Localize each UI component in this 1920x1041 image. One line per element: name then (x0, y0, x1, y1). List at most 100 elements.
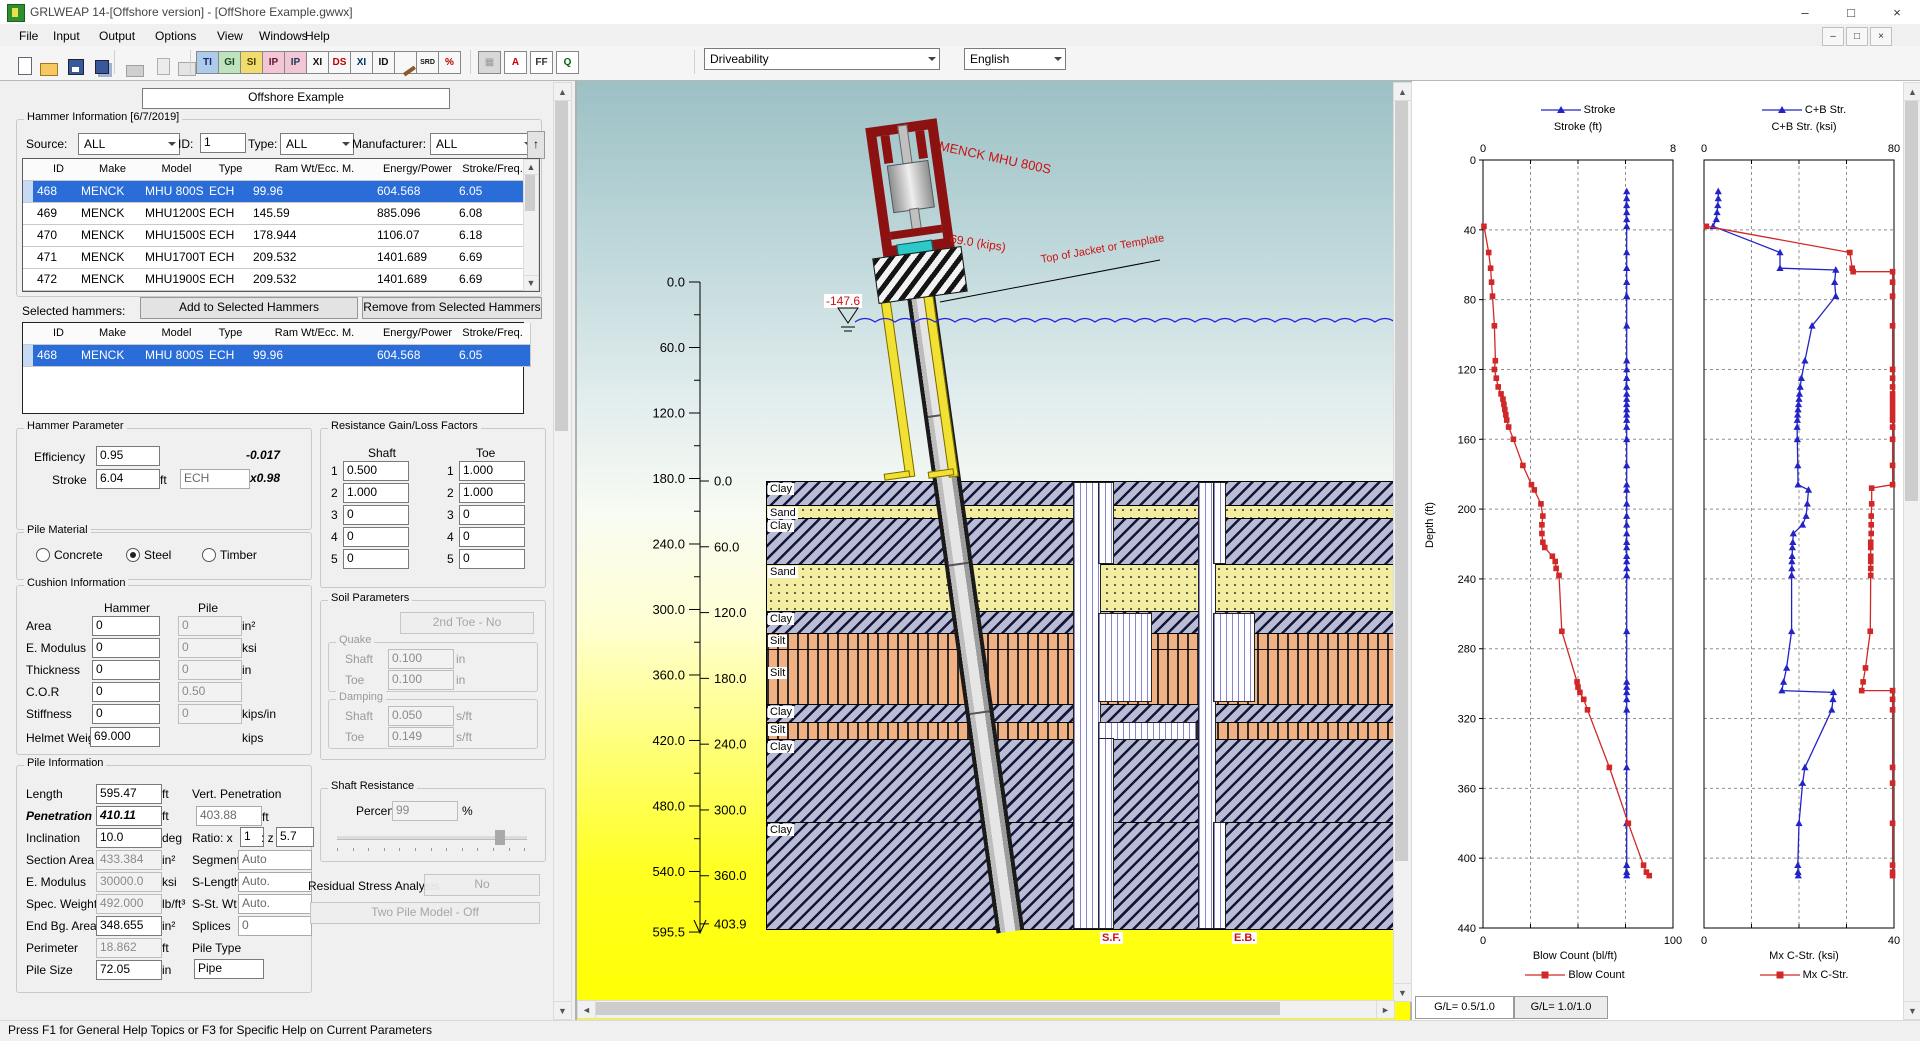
general-input-button[interactable]: GI (218, 51, 241, 74)
screen-output-button[interactable] (172, 51, 195, 74)
middle-scroll-up-icon[interactable]: ▲ (1393, 82, 1412, 101)
hammer-table-row-1-cell-1[interactable]: MENCK (77, 203, 149, 225)
cushion-3-hammer-field[interactable]: 0 (92, 682, 160, 702)
new-file-button[interactable] (8, 51, 31, 74)
manufacturer-dropdown[interactable]: ALL (430, 133, 536, 155)
cushion-1-hammer-field[interactable]: 0 (92, 638, 160, 658)
shaft-factor-3-field[interactable]: 0 (343, 505, 409, 525)
hammer-table-header-5[interactable]: Energy/Power (373, 159, 463, 181)
analysis-x-button[interactable]: XI (306, 51, 329, 74)
middle-hscroll-thumb[interactable] (596, 1002, 1280, 1015)
hammer-table-row-4-cell-6[interactable]: 6.69 (455, 269, 531, 291)
cushion-4-hammer-field[interactable]: 0 (92, 704, 160, 724)
child-close-button[interactable]: × (1870, 27, 1892, 46)
pile-input-2-button[interactable]: IP (284, 51, 307, 74)
shaft-factor-5-field[interactable]: 0 (343, 549, 409, 569)
quake-toe-field[interactable]: 0.100 (388, 670, 454, 690)
analysis-x2-button[interactable]: XI (350, 51, 373, 74)
hammer-table-row-3-cell-1[interactable]: MENCK (77, 247, 149, 269)
selected-hammers-table-row-0-cell-5[interactable]: 604.568 (373, 345, 463, 367)
toe-factor-4-field[interactable]: 0 (459, 527, 525, 547)
ratio-z-field[interactable]: 5.7 (276, 827, 314, 847)
shaft-factor-2-field[interactable]: 1.000 (343, 483, 409, 503)
selected-hammers-table-header-1[interactable]: Make (77, 323, 149, 345)
menu-output[interactable]: Output (92, 26, 142, 46)
hammer-table-scroll-down-icon[interactable]: ▼ (523, 275, 539, 291)
selected-hammers-table-header-5[interactable]: Energy/Power (373, 323, 463, 345)
hammer-type-field[interactable]: ECH (180, 469, 250, 489)
hammer-table-row-1-cell-6[interactable]: 6.08 (455, 203, 531, 225)
percentage-field[interactable]: 99 (392, 801, 458, 821)
grid-view-button[interactable]: ▦ (478, 51, 501, 74)
project-name-field[interactable]: Offshore Example (142, 88, 450, 109)
left-scroll-up-icon[interactable]: ▲ (553, 82, 572, 101)
middle-scroll-left-icon[interactable]: ◄ (577, 1000, 596, 1019)
efficiency-field[interactable]: 0.95 (96, 446, 160, 466)
hammer-table-row-2-cell-4[interactable]: 178.944 (249, 225, 381, 247)
hammer-table-row-0-cell-6[interactable]: 6.05 (455, 181, 531, 203)
menu-file[interactable]: File (12, 26, 45, 46)
radio-steel[interactable] (126, 548, 140, 562)
radio-timber[interactable] (202, 548, 216, 562)
hammer-table-row-1-cell-2[interactable]: MHU1200S (141, 203, 213, 225)
soil-input-button[interactable]: SI (240, 51, 263, 74)
pile-0-field[interactable]: 595.47 (96, 784, 162, 804)
hammer-table-row-3-cell-4[interactable]: 209.532 (249, 247, 381, 269)
save-all-button[interactable] (86, 51, 109, 74)
menu-options[interactable]: Options (148, 26, 203, 46)
save-button[interactable] (60, 51, 83, 74)
depth-input-button[interactable]: ID (372, 51, 395, 74)
type-dropdown[interactable]: ALL (280, 133, 354, 155)
menu-input[interactable]: Input (46, 26, 87, 46)
hammer-table-row-0-cell-4[interactable]: 99.96 (249, 181, 381, 203)
right-scroll-down-icon[interactable]: ▼ (1903, 1001, 1920, 1020)
pile-6-field[interactable]: 348.655 (96, 916, 162, 936)
pile-2-field[interactable]: 10.0 (96, 828, 162, 848)
toe-factor-5-field[interactable]: 0 (459, 549, 525, 569)
cushion-0-pile-field[interactable]: 0 (178, 616, 242, 636)
hammer-table-row-4-cell-4[interactable]: 209.532 (249, 269, 381, 291)
middle-scroll-down-icon[interactable]: ▼ (1393, 983, 1412, 1002)
print-button[interactable] (120, 51, 143, 74)
pile-right-0-field[interactable]: Auto (238, 850, 312, 870)
id-field[interactable]: 1 (200, 133, 246, 153)
damping-toe-field[interactable]: 0.149 (388, 727, 454, 747)
toe-factor-3-field[interactable]: 0 (459, 505, 525, 525)
pile-right-1-field[interactable]: Auto. (238, 872, 312, 892)
remove-from-selected-button[interactable]: Remove from Selected Hammers (362, 297, 542, 319)
cushion-1-pile-field[interactable]: 0 (178, 638, 242, 658)
menu-help[interactable]: Help (298, 26, 337, 46)
hammer-table-row-4-cell-2[interactable]: MHU1900S (141, 269, 213, 291)
hammer-table-scroll-up-icon[interactable]: ▲ (523, 159, 539, 175)
hammer-table-row-0-cell-5[interactable]: 604.568 (373, 181, 463, 203)
selected-hammers-table-header-6[interactable]: Stroke/Freq. (455, 323, 531, 345)
residual-stress-button[interactable]: No (424, 874, 540, 896)
hammer-table-row-1-cell-5[interactable]: 885.096 (373, 203, 463, 225)
driveability-setup-button[interactable]: DS (328, 51, 351, 74)
middle-vscroll-thumb[interactable] (1395, 101, 1408, 861)
pile-5-field[interactable]: 492.000 (96, 894, 162, 914)
cushion-3-pile-field[interactable]: 0.50 (178, 682, 242, 702)
damping-shaft-field[interactable]: 0.050 (388, 706, 454, 726)
quake-shaft-field[interactable]: 0.100 (388, 649, 454, 669)
open-file-button[interactable] (34, 51, 57, 74)
hammer-table-row-3-cell-6[interactable]: 6.69 (455, 247, 531, 269)
minimize-button[interactable]: – (1782, 0, 1828, 24)
pile-type-field[interactable]: Pipe (194, 959, 264, 979)
cushion-0-hammer-field[interactable]: 0 (92, 616, 160, 636)
hammer-table-header-1[interactable]: Make (77, 159, 149, 181)
pile-8-field[interactable]: 72.05 (96, 960, 162, 980)
shaft-resistance-slider-thumb[interactable] (495, 830, 505, 845)
pile-input-1-button[interactable]: IP (262, 51, 285, 74)
language-dropdown[interactable]: English (964, 48, 1066, 70)
shaft-factor-4-field[interactable]: 0 (343, 527, 409, 547)
pile-3-field[interactable]: 433.384 (96, 850, 162, 870)
selected-hammers-table-header-2[interactable]: Model (141, 323, 213, 345)
middle-scroll-right-icon[interactable]: ► (1376, 1000, 1395, 1019)
collapse-up-button[interactable]: ↑ (527, 131, 545, 159)
percentage-button[interactable]: % (438, 51, 461, 74)
pile-right-2-field[interactable]: Auto. (238, 894, 312, 914)
toe-factor-2-field[interactable]: 1.000 (459, 483, 525, 503)
pile-right-3-field[interactable]: 0 (238, 916, 312, 936)
pile-7-field[interactable]: 18.862 (96, 938, 162, 958)
